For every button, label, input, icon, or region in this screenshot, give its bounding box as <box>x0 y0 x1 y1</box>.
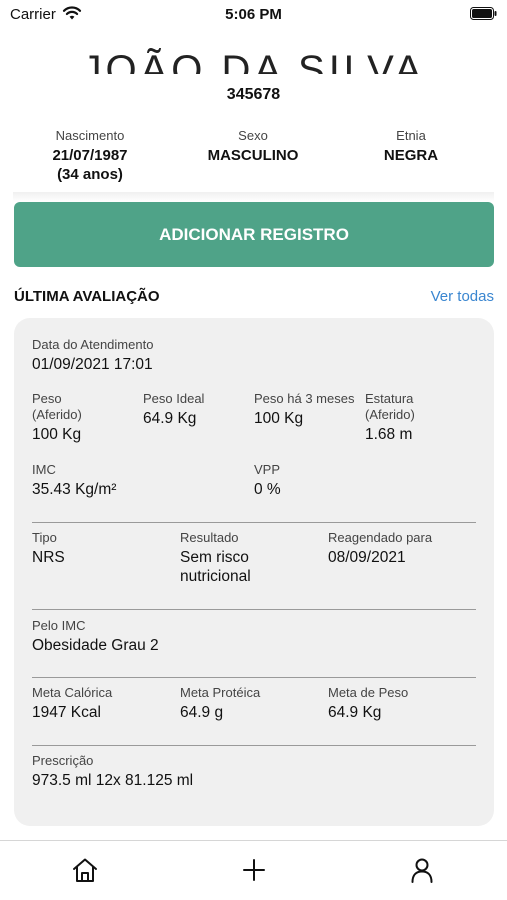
weight-3m-label: Peso há 3 meses <box>254 391 355 406</box>
prescription-field: Prescrição 973.5 ml 12x 81.125 ml <box>32 753 193 790</box>
ideal-weight-label: Peso Ideal <box>143 391 205 406</box>
rescheduled-value: 08/09/2021 <box>328 549 406 566</box>
vpp-label: VPP <box>254 462 281 477</box>
caloric-goal-field: Meta Calórica 1947 Kcal <box>32 685 112 722</box>
sex-label: Sexo <box>238 128 268 143</box>
patient-name: JOÃO DA SILVA <box>81 48 426 74</box>
date-label: Data do Atendimento <box>32 337 154 352</box>
weight-field: Peso (Aferido) 100 Kg <box>32 391 137 444</box>
divider <box>32 522 476 523</box>
weight-3m-field: Peso há 3 meses 100 Kg <box>254 391 354 428</box>
height-value: 1.68 m <box>365 426 413 443</box>
date-value: 01/09/2021 17:01 <box>32 356 153 373</box>
caloric-goal-value: 1947 Kcal <box>32 704 101 721</box>
vpp-value: 0 % <box>254 481 281 498</box>
plus-icon <box>243 859 265 881</box>
weight-goal-label: Meta de Peso <box>328 685 409 700</box>
patient-age: (34 anos) <box>57 166 123 183</box>
home-icon <box>73 858 97 882</box>
protein-goal-field: Meta Protéica 64.9 g <box>180 685 260 722</box>
header-shadow <box>13 192 494 202</box>
protein-goal-label: Meta Protéica <box>180 685 261 700</box>
clock: 5:06 PM <box>225 6 282 23</box>
patient-id: 345678 <box>226 86 281 103</box>
see-all-link[interactable]: Ver todas <box>431 288 494 305</box>
ideal-weight-field: Peso Ideal 64.9 Kg <box>143 391 204 428</box>
birth-date: 21/07/1987 <box>52 147 128 164</box>
tab-bar <box>0 840 507 900</box>
divider <box>32 745 476 746</box>
evaluation-card[interactable]: Data do Atendimento 01/09/2021 17:01 Pes… <box>14 318 494 826</box>
caloric-goal-label: Meta Calórica <box>32 685 113 700</box>
rescheduled-field: Reagendado para 08/09/2021 <box>328 530 432 567</box>
weight-3m-value: 100 Kg <box>254 410 304 427</box>
tab-home[interactable] <box>70 855 100 885</box>
user-icon <box>411 858 433 883</box>
weight-goal-value: 64.9 Kg <box>328 704 382 721</box>
ethnicity-value: NEGRA <box>383 147 439 164</box>
height-field: Estatura (Aferido) 1.68 m <box>365 391 415 444</box>
status-bar: Carrier 5:06 PM <box>0 0 507 30</box>
birth-info: Nascimento 21/07/1987 (34 anos) <box>10 128 170 184</box>
ideal-weight-value: 64.9 Kg <box>143 410 197 427</box>
sex-value: MASCULINO <box>207 147 299 164</box>
bmi-field: IMC 35.43 Kg/m² <box>32 462 116 499</box>
bmi-class-field: Pelo IMC Obesidade Grau 2 <box>32 618 159 655</box>
type-label: Tipo <box>32 530 57 545</box>
date-field: Data do Atendimento 01/09/2021 17:01 <box>32 337 153 374</box>
add-record-button[interactable]: ADICIONAR REGISTRO <box>14 202 494 267</box>
divider <box>32 609 476 610</box>
tab-add[interactable] <box>239 855 269 885</box>
protein-goal-value: 64.9 g <box>180 704 224 721</box>
result-label: Resultado <box>180 530 239 545</box>
type-value: NRS <box>32 549 65 566</box>
bmi-class-label: Pelo IMC <box>32 618 86 633</box>
prescription-label: Prescrição <box>32 753 94 768</box>
weight-value: 100 Kg <box>32 426 82 443</box>
divider <box>32 677 476 678</box>
weight-label: Peso (Aferido) <box>32 391 82 422</box>
bmi-label: IMC <box>32 462 56 477</box>
ethnicity-info: Etnia NEGRA <box>331 128 491 165</box>
rescheduled-label: Reagendado para <box>328 530 433 545</box>
weight-goal-field: Meta de Peso 64.9 Kg <box>328 685 408 722</box>
battery-icon <box>470 7 497 20</box>
result-field: Resultado Sem risco nutricional <box>180 530 251 586</box>
height-label: Estatura (Aferido) <box>365 391 415 422</box>
prescription-value: 973.5 ml 12x 81.125 ml <box>32 772 194 789</box>
vpp-field: VPP 0 % <box>254 462 281 499</box>
tab-profile[interactable] <box>407 855 437 885</box>
patient-info-row: Nascimento 21/07/1987 (34 anos) Sexo MAS… <box>0 128 507 188</box>
section-title: ÚLTIMA AVALIAÇÃO <box>14 288 160 305</box>
sex-info: Sexo MASCULINO <box>173 128 333 165</box>
bmi-class-value: Obesidade Grau 2 <box>32 637 159 654</box>
bmi-value: 35.43 Kg/m² <box>32 481 117 498</box>
ethnicity-label: Etnia <box>396 128 426 143</box>
type-field: Tipo NRS <box>32 530 65 567</box>
result-value: Sem risco nutricional <box>180 549 251 585</box>
birth-label: Nascimento <box>55 128 125 143</box>
